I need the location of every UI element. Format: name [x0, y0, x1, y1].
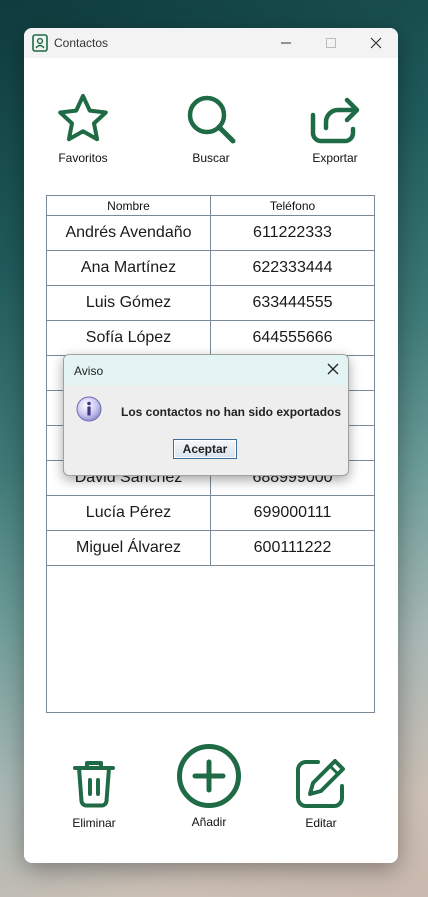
editar-button[interactable]: Editar [289, 756, 353, 830]
cell-telefono: 611222333 [253, 224, 332, 241]
cell-nombre: Lucía Pérez [47, 496, 211, 530]
close-icon[interactable] [326, 362, 340, 376]
contacts-app-icon [32, 34, 48, 52]
favoritos-label: Favoritos [58, 151, 108, 165]
export-icon [310, 97, 360, 144]
minimize-icon [280, 42, 291, 44]
edit-icon [296, 759, 345, 808]
anadir-button[interactable]: Añadir [173, 743, 245, 829]
info-icon [76, 396, 102, 422]
buscar-label: Buscar [192, 151, 230, 165]
table-header: Nombre Teléfono [47, 196, 374, 216]
table-row[interactable]: Lucía Pérez 699000111 [47, 496, 374, 531]
eliminar-button[interactable]: Eliminar [62, 758, 126, 830]
cell-nombre: Miguel Álvarez [47, 531, 211, 565]
exportar-button[interactable]: Exportar [305, 93, 365, 165]
dialog-title-bar[interactable]: Aviso [64, 355, 348, 385]
search-icon [187, 95, 236, 144]
cell-nombre: Sofía López [47, 321, 211, 355]
cell-telefono: 600111222 [253, 539, 332, 556]
anadir-label: Añadir [191, 815, 227, 829]
star-icon [58, 94, 108, 142]
dialog-message: Los contactos no han sido exportados [121, 405, 342, 419]
editar-label: Editar [305, 816, 337, 830]
plus-circle-icon [177, 744, 241, 808]
aceptar-button[interactable]: Aceptar [173, 439, 237, 459]
minimize-button[interactable] [263, 28, 308, 58]
cell-telefono: 622333444 [252, 259, 333, 276]
header-telefono[interactable]: Teléfono [211, 196, 374, 215]
table-row[interactable]: Andrés Avendaño 611222333 [47, 216, 374, 251]
exportar-label: Exportar [312, 151, 358, 165]
cell-nombre: Ana Martínez [47, 251, 211, 285]
cell-nombre: Andrés Avendaño [47, 216, 211, 250]
table-row[interactable]: Ana Martínez 622333444 [47, 251, 374, 286]
table-row[interactable]: Miguel Álvarez 600111222 [47, 531, 374, 566]
cell-telefono: 644555666 [252, 329, 333, 346]
trash-icon [73, 761, 115, 808]
close-icon [370, 37, 381, 49]
buscar-button[interactable]: Buscar [181, 93, 241, 165]
header-nombre[interactable]: Nombre [47, 196, 211, 215]
cell-nombre: Luis Gómez [47, 286, 211, 320]
cell-telefono: 699000111 [253, 504, 332, 521]
maximize-icon [325, 38, 336, 48]
table-row[interactable]: Luis Gómez 633444555 [47, 286, 374, 321]
favoritos-button[interactable]: Favoritos [53, 93, 113, 165]
close-window-button[interactable] [353, 28, 398, 58]
title-bar[interactable]: Contactos [24, 28, 398, 58]
dialog-title: Aviso [74, 364, 104, 378]
cell-telefono: 633444555 [252, 294, 333, 311]
warning-dialog: Aviso Los contactos no han sido exportad… [63, 354, 349, 476]
maximize-button[interactable] [308, 28, 353, 58]
window-title: Contactos [54, 36, 109, 50]
eliminar-label: Eliminar [72, 816, 116, 830]
table-row[interactable]: Sofía López 644555666 [47, 321, 374, 356]
